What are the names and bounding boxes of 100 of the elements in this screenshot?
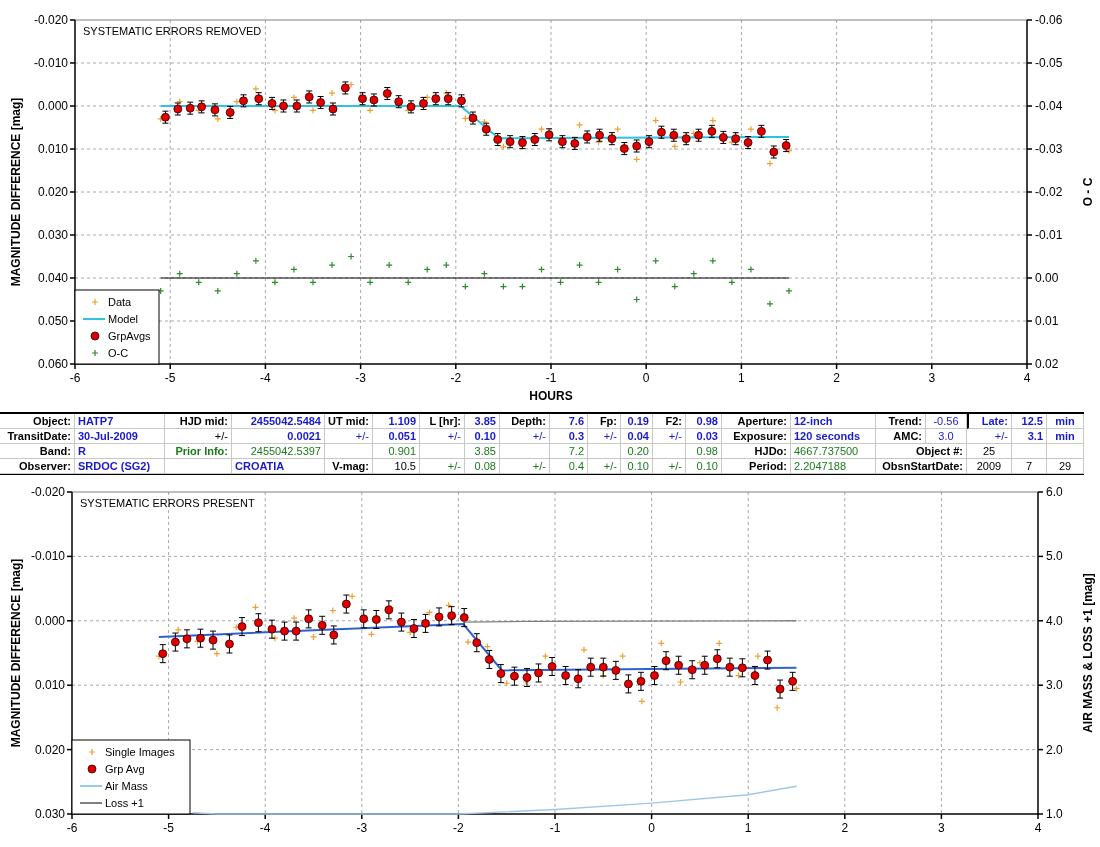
field-value: SRDOC (SG2) — [75, 459, 165, 474]
field-value: 3.85 — [465, 414, 500, 429]
legend-label: Data — [108, 296, 132, 308]
axis-tick-label: 0 — [642, 371, 650, 385]
axis-tick-label: 0.060 — [37, 357, 68, 371]
axis-tick-label: 3 — [938, 821, 945, 835]
field-label: Object #: — [876, 444, 967, 459]
axis-title: O - C — [1081, 177, 1095, 207]
axis-tick-label: -5 — [163, 821, 174, 835]
axis-tick-label: -5 — [164, 371, 176, 385]
field-value: 120 seconds — [791, 429, 876, 444]
field-value: +/- — [653, 459, 686, 474]
field-value: 0.04 — [621, 429, 653, 444]
field-value: 10.5 — [373, 459, 420, 474]
axis-tick-label: -2 — [450, 371, 462, 385]
legend-label: O-C — [108, 347, 129, 359]
axis-title: MAGNITUDE DIFFERENCE [mag] — [9, 558, 23, 748]
axis-tick-label: 0.050 — [37, 314, 68, 328]
field-value: 2455042.5397 — [232, 444, 325, 459]
field-label: ObsnStartDate: — [876, 459, 967, 474]
axis-tick-label: 1 — [744, 821, 752, 835]
legend-label: Model — [108, 313, 138, 325]
field-value: 0.0021 — [232, 429, 325, 444]
field-value: +/- — [500, 429, 550, 444]
field-value: +/- — [420, 429, 465, 444]
axis-tick-label: 4 — [1023, 371, 1031, 385]
axis-tick-label: -2 — [453, 821, 464, 835]
axis-title: HOURS — [529, 389, 573, 403]
field-value: +/- — [500, 459, 550, 474]
field-value: 2009 — [967, 459, 1012, 474]
field-value: 12-inch — [791, 414, 876, 429]
axis-tick-label: 0.010 — [34, 678, 65, 693]
axis-tick-label: 2 — [833, 371, 840, 385]
axis-tick-label: -0.020 — [30, 485, 65, 499]
legend-label: Air Mass — [105, 780, 148, 792]
legend-label: GrpAvgs — [108, 330, 151, 342]
axis-tick-label: -0.04 — [1035, 99, 1063, 113]
axis-tick-label: 0.030 — [34, 807, 65, 821]
field-value: +/- — [588, 459, 621, 474]
field-value: 3.1 — [1012, 429, 1047, 444]
field-label: UT mid: — [325, 414, 373, 429]
axis-title: MAGNITUDE DIFFERENCE [mag] — [9, 97, 23, 287]
axis-tick-label: -1 — [549, 821, 561, 835]
axis-tick-label: 1.0 — [1046, 807, 1063, 821]
field-label: HJDo: — [722, 444, 791, 459]
field-value: +/- — [165, 429, 232, 444]
axis-tick-label: 1 — [738, 371, 745, 385]
axis-tick-label: -6 — [66, 821, 78, 835]
field-value: CROATIA — [232, 459, 325, 474]
axis-tick-label: -3 — [356, 821, 368, 835]
legend-label: Single Images — [105, 746, 175, 758]
field-value: 1.109 — [373, 414, 420, 429]
field-value: 7.6 — [550, 414, 588, 429]
axis-tick-label: 6.0 — [1046, 485, 1063, 499]
field-label: Object: — [0, 414, 75, 429]
field-label: Trend: — [876, 414, 926, 429]
field-value: 0.051 — [373, 429, 420, 444]
axis-tick-label: 0 — [648, 821, 655, 835]
field-value: 0.4 — [550, 459, 588, 474]
axis-tick-label: -0.05 — [1035, 56, 1063, 70]
axis-tick-label: 0.02 — [1035, 357, 1059, 371]
axis-tick-label: 3.0 — [1046, 678, 1063, 693]
axis-tick-label: -0.03 — [1035, 142, 1063, 156]
axis-tick-label: 0.020 — [37, 185, 68, 199]
field-value: 0.10 — [621, 459, 653, 474]
field-value: +/- — [967, 429, 1012, 444]
field-value: +/- — [325, 429, 373, 444]
axis-tick-label: -0.010 — [30, 549, 65, 564]
axis-tick-label: 4.0 — [1046, 613, 1063, 628]
field-value: 3.0 — [926, 429, 967, 444]
field-label: Exposure: — [722, 429, 791, 444]
field-value: +/- — [653, 429, 686, 444]
axis-tick-label: -4 — [260, 371, 271, 385]
field-value: 0.3 — [550, 429, 588, 444]
axis-tick-label: -4 — [259, 821, 271, 835]
axis-tick-label: -3 — [355, 371, 366, 385]
field-label: F2: — [653, 414, 686, 429]
axis-tick-label: 0.000 — [34, 613, 65, 628]
field-value: 0.08 — [465, 459, 500, 474]
axis-tick-label: 5.0 — [1046, 549, 1063, 564]
field-label: V-mag: — [325, 459, 373, 474]
legend-label: Loss +1 — [105, 797, 144, 809]
field-value: R — [75, 444, 165, 459]
axis-tick-label: -0.020 — [33, 13, 68, 27]
field-value: +/- — [420, 459, 465, 474]
field-label: L [hr]: — [420, 414, 465, 429]
chart-title: SYSTEMATIC ERRORS PRESENT — [80, 497, 255, 509]
field-value: 0.98 — [686, 444, 722, 459]
field-value: 29 — [1047, 459, 1084, 474]
axis-tick-label: 0.040 — [37, 271, 68, 285]
axis-tick-label: 3 — [928, 371, 936, 385]
axis-title: AIR MASS & LOSS +1 [mag] — [1081, 573, 1095, 733]
field-label: HJD mid: — [165, 414, 232, 429]
field-value: 30-Jul-2009 — [75, 429, 165, 444]
field-value: 0.20 — [621, 444, 653, 459]
field-label: AMC: — [876, 429, 926, 444]
field-label: Observer: — [0, 459, 75, 474]
field-value: 0.19 — [621, 414, 653, 429]
field-value: 0.98 — [686, 414, 722, 429]
field-value: HATP7 — [75, 414, 165, 429]
